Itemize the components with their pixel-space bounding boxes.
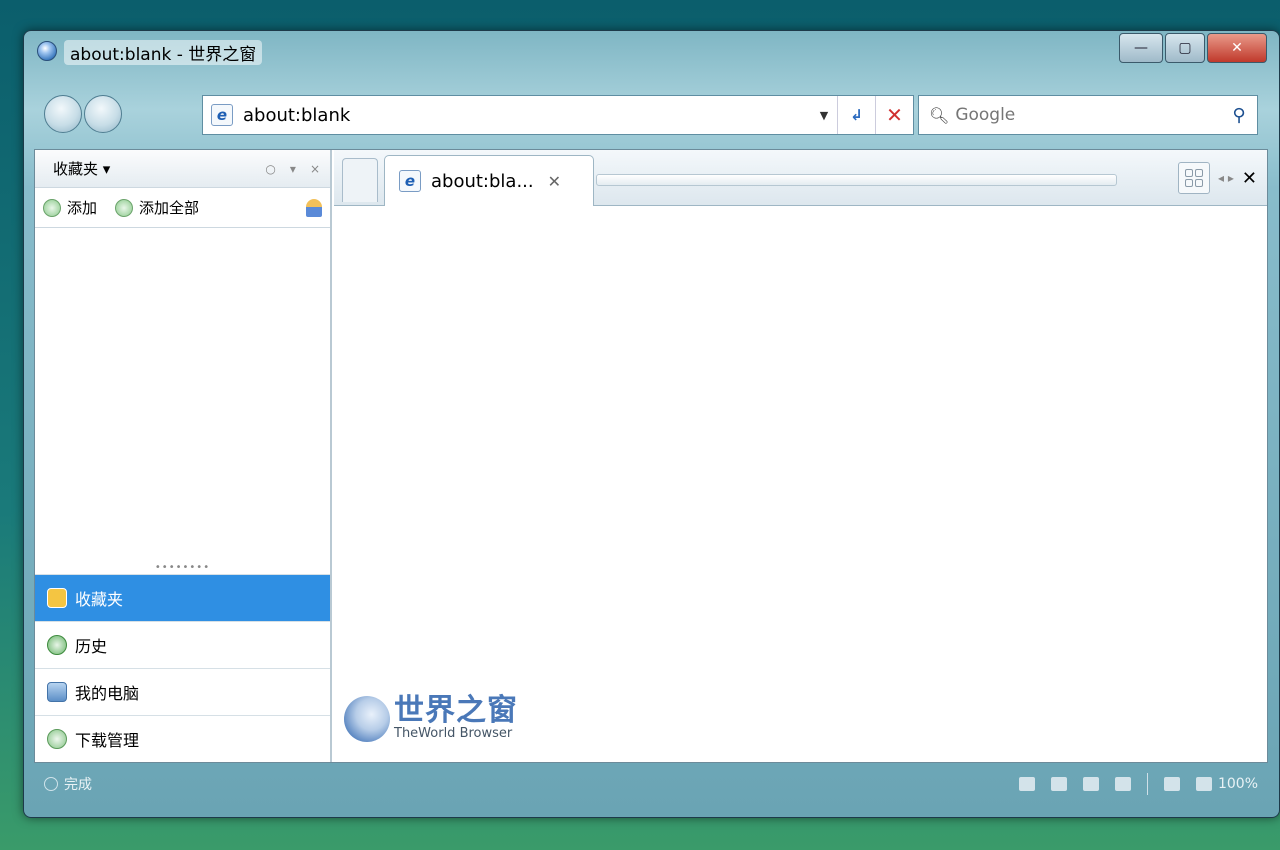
zoom-icon bbox=[1195, 777, 1212, 791]
zoom-level: 100% bbox=[1217, 776, 1258, 792]
add-all-icon bbox=[115, 198, 134, 217]
maximize-button[interactable]: ▢ bbox=[1165, 33, 1205, 63]
sidebar-pin-button[interactable]: ○ bbox=[265, 162, 275, 176]
go-button[interactable]: ↲ bbox=[837, 96, 875, 134]
caption-buttons: — ▢ ✕ bbox=[1119, 33, 1267, 63]
search-input[interactable] bbox=[955, 105, 1221, 125]
history-icon bbox=[47, 635, 67, 655]
app-globe-icon bbox=[37, 41, 57, 61]
status-text: 完成 bbox=[64, 777, 92, 793]
back-button[interactable] bbox=[44, 95, 82, 133]
tab-close-button[interactable]: ✕ bbox=[548, 172, 561, 191]
tiles-icon[interactable] bbox=[1178, 162, 1211, 194]
forward-button[interactable] bbox=[84, 95, 122, 133]
tab-scroll-arrows[interactable]: ◂ ▸ bbox=[1218, 171, 1234, 185]
tab-title: about:bla... bbox=[431, 170, 534, 192]
sidebar-menu-button[interactable]: ▾ bbox=[290, 162, 296, 176]
sidebar-item-label: 收藏夹 bbox=[75, 590, 124, 609]
add-all-label: 添加全部 bbox=[139, 199, 200, 217]
user-icon[interactable] bbox=[306, 198, 322, 217]
close-tab-button[interactable]: ✕ bbox=[1242, 168, 1257, 189]
close-button[interactable]: ✕ bbox=[1207, 33, 1267, 63]
sidebar-header: 收藏夹 ▾ ○ ▾ × bbox=[35, 150, 330, 188]
sidebar-item-favorites[interactable]: 收藏夹 bbox=[35, 574, 330, 621]
window-title: about:blank - 世界之窗 bbox=[64, 40, 263, 65]
download-icon bbox=[47, 729, 67, 749]
content-area: e about:bla... ✕ ◂ ▸ ✕ 世界之窗 TheWorld Bro… bbox=[334, 150, 1267, 762]
logo-mark-icon bbox=[344, 696, 390, 742]
address-bar[interactable]: e about:blank ▼ ↲ ✕ bbox=[202, 95, 914, 135]
zoom-control[interactable]: 100% bbox=[1195, 776, 1258, 792]
proxy-icon[interactable] bbox=[1050, 777, 1067, 791]
new-tab-button[interactable] bbox=[342, 158, 378, 202]
keyboard-icon[interactable] bbox=[1018, 777, 1035, 791]
browser-body: 收藏夹 ▾ ○ ▾ × 添加 添加全部 •••••••• 收藏夹 历史 我的电脑… bbox=[34, 149, 1268, 763]
download-status-icon[interactable] bbox=[1082, 777, 1099, 791]
sidebar-item-label: 我的电脑 bbox=[75, 684, 140, 703]
sidebar-item-my-computer[interactable]: 我的电脑 bbox=[35, 668, 330, 715]
sidebar-item-history[interactable]: 历史 bbox=[35, 621, 330, 668]
sidebar-title-dropdown[interactable]: 收藏夹 ▾ bbox=[53, 158, 110, 179]
add-all-button[interactable]: 添加全部 bbox=[115, 197, 199, 218]
sidebar-close-button[interactable]: × bbox=[310, 162, 320, 176]
logo-english-text: TheWorld Browser bbox=[394, 726, 513, 741]
add-favorite-icon bbox=[43, 198, 61, 217]
favorites-icon bbox=[47, 588, 67, 608]
logo-chinese-text: 世界之窗 bbox=[394, 693, 518, 728]
status-icon bbox=[44, 777, 58, 791]
minimize-button[interactable]: — bbox=[1119, 33, 1163, 63]
tray-separator bbox=[1146, 773, 1148, 795]
sidebar-item-downloads[interactable]: 下载管理 bbox=[35, 715, 330, 762]
tab-about-blank[interactable]: e about:bla... ✕ bbox=[384, 155, 594, 206]
computer-icon bbox=[47, 682, 67, 702]
title-bar[interactable]: about:blank - 世界之窗 — ▢ ✕ bbox=[24, 31, 1279, 87]
signal-icon[interactable] bbox=[1114, 777, 1131, 791]
add-favorite-label: 添加 bbox=[67, 199, 98, 217]
add-favorite-button[interactable]: 添加 bbox=[43, 197, 97, 218]
navigation-toolbar: e about:blank ▼ ↲ ✕ 🔍︎ ⚲ bbox=[24, 87, 1279, 149]
sidebar: 收藏夹 ▾ ○ ▾ × 添加 添加全部 •••••••• 收藏夹 历史 我的电脑… bbox=[35, 150, 332, 762]
ie-page-icon: e bbox=[211, 104, 233, 126]
browser-window: about:blank - 世界之窗 — ▢ ✕ e about:blank ▼… bbox=[23, 30, 1280, 818]
sidebar-item-label: 历史 bbox=[75, 637, 108, 656]
address-text[interactable]: about:blank bbox=[243, 105, 811, 126]
tab-scroll-track bbox=[596, 174, 1117, 186]
favorites-list[interactable] bbox=[35, 228, 330, 563]
search-go-button[interactable]: ⚲ bbox=[1221, 105, 1257, 126]
tab-strip: e about:bla... ✕ ◂ ▸ ✕ bbox=[334, 150, 1267, 206]
sidebar-nav: 收藏夹 历史 我的电脑 下载管理 bbox=[35, 574, 330, 762]
browser-logo: 世界之窗 TheWorld Browser bbox=[344, 696, 518, 742]
sidebar-item-label: 下载管理 bbox=[75, 731, 140, 750]
address-dropdown-button[interactable]: ▼ bbox=[811, 109, 837, 122]
search-box[interactable]: 🔍︎ ⚲ bbox=[918, 95, 1258, 135]
status-bar: 完成 100% bbox=[34, 764, 1268, 804]
status-tray: 100% bbox=[1018, 773, 1258, 795]
ie-page-icon: e bbox=[399, 170, 421, 192]
stop-button[interactable]: ✕ bbox=[875, 96, 913, 134]
search-icon: 🔍︎ bbox=[929, 105, 950, 125]
splitter-grip[interactable]: •••••••• bbox=[35, 563, 330, 573]
tab-tools: ◂ ▸ ✕ bbox=[1178, 162, 1257, 194]
sidebar-tools: 添加 添加全部 bbox=[35, 188, 330, 228]
screenshot-icon[interactable] bbox=[1163, 777, 1180, 791]
